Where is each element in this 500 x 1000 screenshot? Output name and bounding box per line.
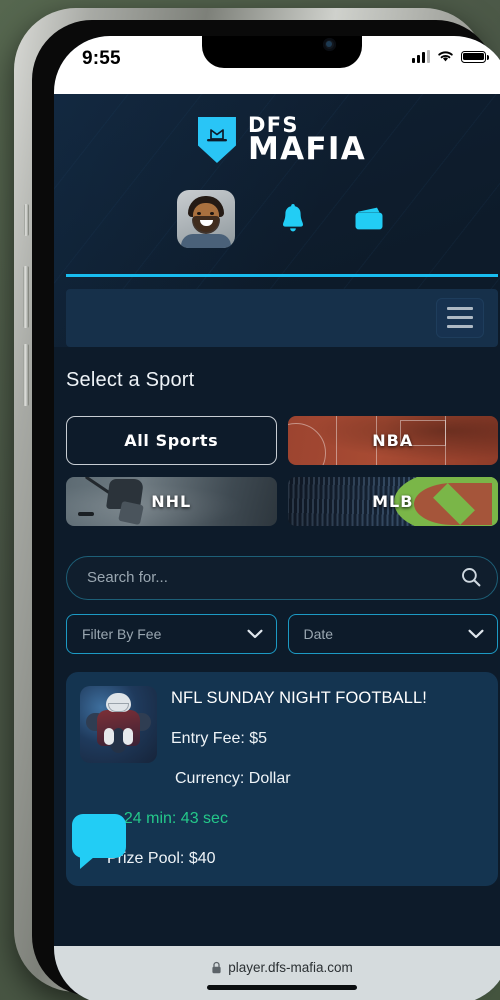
home-indicator[interactable] (207, 985, 357, 990)
brand-logo[interactable]: DFS MAFIA (54, 108, 500, 172)
chevron-down-icon (247, 629, 262, 638)
contest-entry-fee: Entry Fee: $5 (171, 729, 268, 747)
hamburger-menu-icon[interactable] (436, 297, 484, 338)
screenshot-stage: 9:55 DFS MAFIA Select a Sport All Sports… (0, 0, 500, 1000)
search-icon[interactable] (461, 567, 481, 592)
wifi-icon (438, 51, 453, 62)
chevron-down-icon (468, 629, 484, 638)
app-header: DFS MAFIA (54, 94, 500, 347)
header-actions (54, 172, 500, 274)
contest-thumbnail (80, 685, 157, 763)
phone-frame: 9:55 DFS MAFIA Select a Sport All Sports… (14, 8, 500, 1000)
status-bar: 9:55 (54, 36, 500, 94)
search-input[interactable] (66, 555, 498, 600)
avatar[interactable] (177, 190, 235, 248)
filter-by-fee-select[interactable]: Filter By Fee (66, 613, 277, 654)
court-line (335, 415, 337, 465)
sport-card-label: NBA (372, 430, 414, 450)
browser-url-bar[interactable]: player.dfs-mafia.com (54, 946, 500, 1000)
search-bar (66, 555, 498, 600)
sport-selector-grid: All Sports NBA NHL MLB (66, 415, 498, 526)
app-viewport: DFS MAFIA Select a Sport All Sports NBA … (54, 94, 500, 946)
contest-prize-pool: Prize Pool: $40 (107, 849, 216, 867)
wallet-button[interactable] (351, 201, 387, 237)
url-text: player.dfs-mafia.com (228, 960, 353, 975)
filter-row: Filter By Fee Date (66, 613, 498, 654)
wallet-icon (355, 207, 383, 230)
battery-full-icon (461, 50, 489, 63)
fedora-hat-icon (206, 129, 227, 142)
date-select[interactable]: Date (287, 613, 498, 654)
sport-card-all-sports[interactable]: All Sports (66, 415, 277, 465)
sport-card-nhl[interactable]: NHL (66, 476, 277, 526)
hockey-blade-shape (78, 511, 94, 516)
sport-card-label: MLB (372, 491, 414, 511)
chat-bubble-icon[interactable] (72, 813, 126, 869)
date-label: Date (303, 625, 334, 642)
court-line (287, 422, 326, 465)
status-bar-icons (412, 50, 489, 63)
phone-screen: 9:55 DFS MAFIA Select a Sport All Sports… (54, 36, 500, 1000)
phone-bezel: 9:55 DFS MAFIA Select a Sport All Sports… (32, 20, 500, 1000)
page-title: Select a Sport (66, 368, 195, 391)
brand-wordmark: DFS MAFIA (247, 114, 367, 168)
mute-switch-button[interactable] (24, 204, 29, 236)
main-content: Select a Sport All Sports NBA NHL MLB Se… (54, 347, 500, 886)
url-display[interactable]: player.dfs-mafia.com (211, 960, 353, 975)
contest-title: NFL SUNDAY NIGHT FOOTBALL! (171, 688, 427, 707)
sport-card-mlb[interactable]: MLB (287, 476, 498, 526)
front-camera-icon (323, 38, 336, 51)
contest-countdown: s: 24 min: 43 sec (107, 809, 228, 827)
lock-icon (212, 961, 221, 974)
display-notch (202, 36, 362, 68)
hockey-player-leg-shape (118, 500, 144, 525)
navbar (66, 288, 498, 347)
contest-card[interactable]: NFL SUNDAY NIGHT FOOTBALL! Entry Fee: $5… (66, 671, 498, 886)
sport-card-label: NHL (151, 491, 192, 511)
sport-card-label: All Sports (124, 430, 219, 450)
mafia-hat-shield-icon (197, 117, 236, 163)
volume-down-button[interactable] (23, 344, 29, 406)
status-bar-time: 9:55 (82, 48, 121, 69)
filter-by-fee-label: Filter By Fee (82, 625, 162, 642)
bell-icon (283, 204, 303, 232)
notifications-button[interactable] (275, 201, 311, 237)
contest-details: NFL SUNDAY NIGHT FOOTBALL! Entry Fee: $5… (107, 686, 484, 868)
brand-line-2: MAFIA (247, 131, 367, 168)
header-divider (66, 274, 498, 277)
sport-card-nba[interactable]: NBA (287, 415, 498, 465)
volume-up-button[interactable] (23, 266, 29, 328)
cellular-signal-icon (412, 50, 430, 63)
contest-currency: Currency: Dollar (175, 769, 291, 787)
